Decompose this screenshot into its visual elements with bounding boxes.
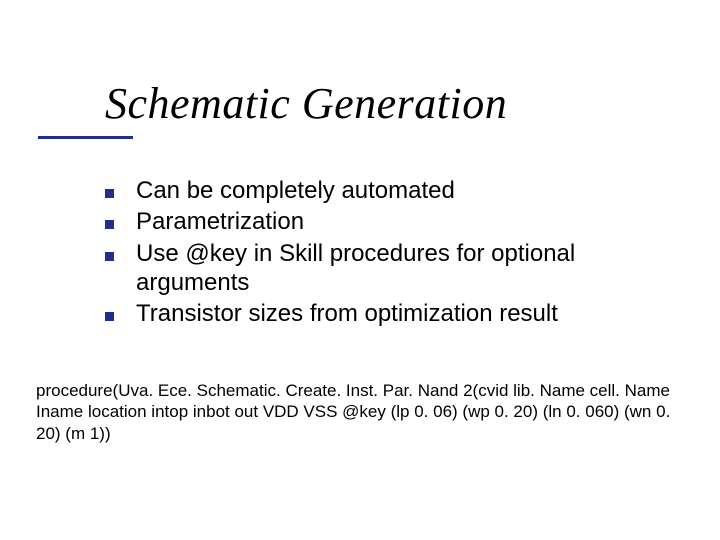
slide-title: Schematic Generation (105, 78, 507, 129)
bullet-square-icon (105, 189, 114, 198)
bullet-text: Can be completely automated (136, 176, 455, 205)
bullet-item: Use @key in Skill procedures for optiona… (105, 239, 665, 298)
bullet-item: Transistor sizes from optimization resul… (105, 299, 665, 328)
bullet-list: Can be completely automated Parametrizat… (105, 176, 665, 330)
bullet-square-icon (105, 220, 114, 229)
title-block: Schematic Generation (105, 78, 507, 129)
title-underline (38, 136, 133, 139)
bullet-square-icon (105, 252, 114, 261)
procedure-code: procedure(Uva. Ece. Schematic. Create. I… (36, 380, 686, 444)
bullet-item: Parametrization (105, 207, 665, 236)
bullet-text: Transistor sizes from optimization resul… (136, 299, 558, 328)
bullet-text: Parametrization (136, 207, 304, 236)
bullet-text: Use @key in Skill procedures for optiona… (136, 239, 665, 298)
bullet-item: Can be completely automated (105, 176, 665, 205)
bullet-square-icon (105, 312, 114, 321)
slide: Schematic Generation Can be completely a… (0, 0, 720, 540)
